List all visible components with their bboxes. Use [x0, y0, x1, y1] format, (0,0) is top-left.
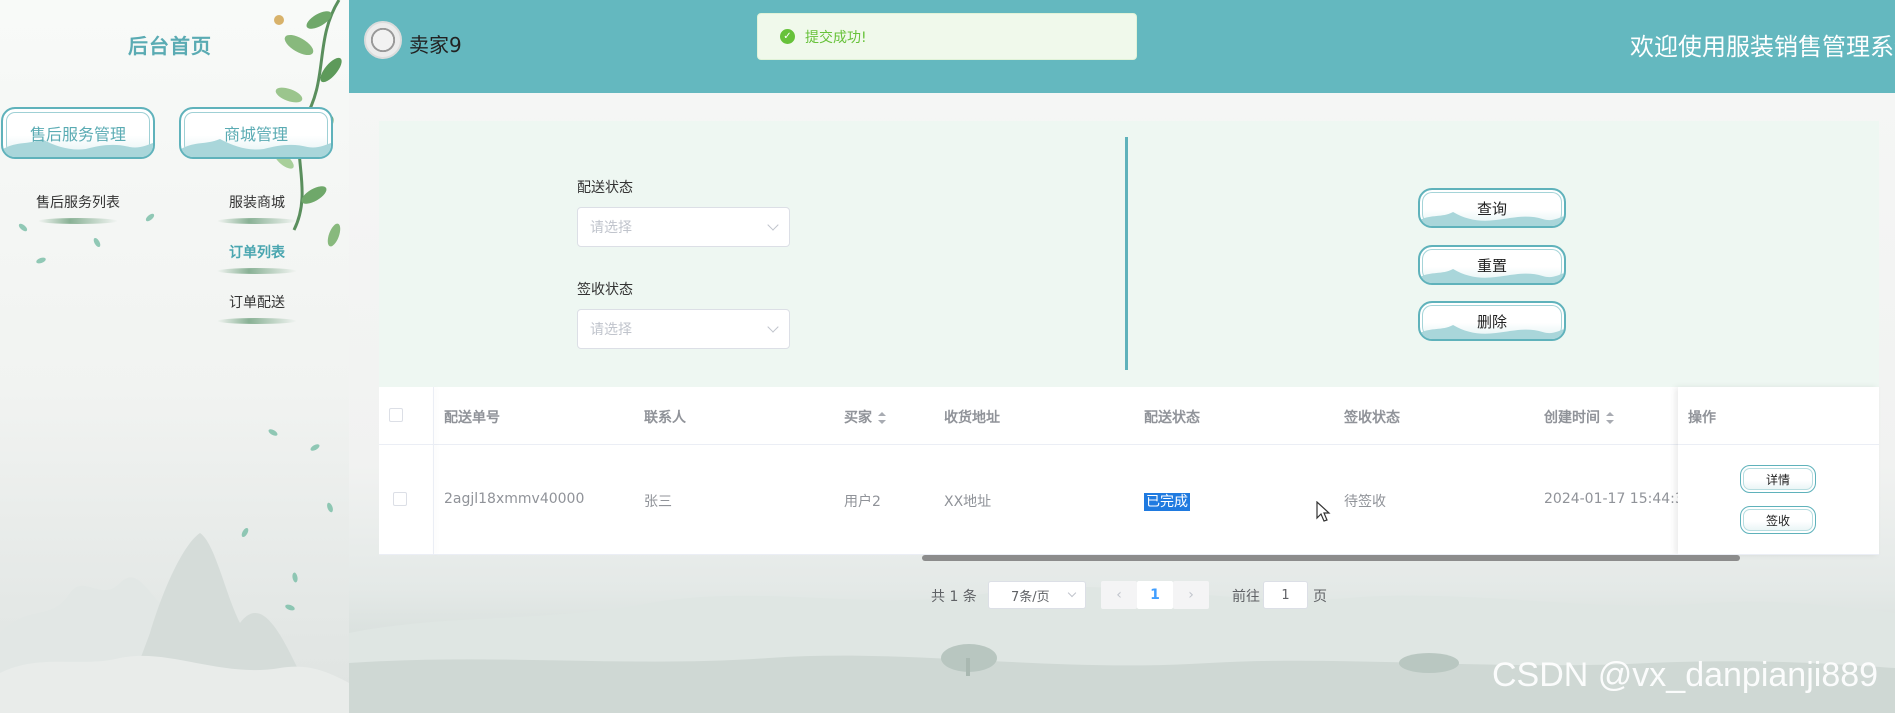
column-header-created[interactable]: 创建时间: [1544, 407, 1614, 427]
username: 卖家9: [409, 33, 462, 57]
pagination-total: 共 1 条: [931, 589, 977, 605]
brush-underline: [217, 218, 297, 224]
delivery-status-select[interactable]: 请选择: [577, 207, 790, 247]
delete-button[interactable]: 删除: [1418, 301, 1566, 341]
next-page-button[interactable]: ›: [1173, 581, 1209, 609]
chevron-down-icon: [767, 219, 779, 231]
button-label: 重置: [1476, 256, 1507, 275]
page-size-select[interactable]: 7条/页: [988, 581, 1086, 609]
actions-column: 操作 详情 签收: [1678, 387, 1879, 555]
dashboard-home-link[interactable]: 后台首页: [128, 30, 212, 59]
sort-icon[interactable]: [878, 412, 886, 424]
sort-icon[interactable]: [1606, 412, 1614, 424]
menu-label: 售后服务管理: [29, 125, 126, 144]
cell-sign-status: 待签收: [1344, 494, 1386, 510]
cell-delivery-status: 已完成: [1144, 491, 1190, 511]
brush-underline: [38, 218, 118, 224]
sidebar: 后台首页 售后服务管理 商城管理 售后服务列表 服装商城 订单列表 订单配送: [0, 0, 349, 713]
sidebar-item-label: 订单列表: [229, 245, 285, 261]
chevron-down-icon: [767, 321, 779, 333]
avatar[interactable]: [364, 21, 402, 59]
sidebar-item-label: 订单配送: [229, 295, 285, 311]
delivery-status-label: 配送状态: [577, 180, 633, 196]
sidebar-item-label: 服装商城: [229, 195, 285, 211]
welcome-title: 欢迎使用服装销售管理系统: [1630, 33, 1895, 61]
mountain-landscape-icon: [0, 533, 349, 713]
leaf-icon: [144, 212, 156, 223]
cell-address: XX地址: [944, 494, 992, 510]
brush-underline: [217, 318, 297, 324]
select-placeholder: 请选择: [590, 322, 632, 338]
sidebar-item-label: 售后服务列表: [36, 195, 120, 211]
menu-mall-management[interactable]: 商城管理: [179, 107, 333, 159]
mouse-cursor-icon: [1316, 501, 1331, 522]
sign-status-select[interactable]: 请选择: [577, 309, 790, 349]
sidebar-item-order-delivery[interactable]: 订单配送: [197, 292, 317, 324]
select-placeholder: 请选择: [590, 220, 632, 236]
sign-button[interactable]: 签收: [1740, 506, 1816, 534]
select-all-checkbox[interactable]: [389, 408, 403, 422]
toast-message: 提交成功!: [805, 29, 867, 46]
button-label: 查询: [1476, 199, 1507, 218]
brush-underline: [217, 268, 297, 274]
cell-contact: 张三: [644, 494, 672, 510]
reset-button[interactable]: 重置: [1418, 245, 1566, 285]
column-header-order-no: 配送单号: [444, 410, 500, 426]
page-unit-label: 页: [1313, 589, 1327, 605]
column-header-actions: 操作: [1688, 410, 1716, 426]
success-check-icon: ✓: [780, 29, 795, 44]
success-toast: ✓ 提交成功!: [757, 13, 1137, 60]
column-header-sign-status: 签收状态: [1344, 410, 1400, 426]
menu-after-sales-service[interactable]: 售后服务管理: [1, 107, 155, 159]
leaf-icon: [267, 427, 279, 438]
menu-label: 商城管理: [223, 125, 288, 144]
button-label: 删除: [1476, 312, 1507, 331]
chevron-down-icon: [1067, 588, 1077, 598]
sidebar-item-clothing-mall[interactable]: 服装商城: [197, 192, 317, 224]
column-header-delivery-status: 配送状态: [1144, 410, 1200, 426]
leaf-icon: [92, 236, 102, 249]
goto-page-input[interactable]: 1: [1263, 581, 1308, 609]
query-button[interactable]: 查询: [1418, 188, 1566, 228]
sidebar-item-order-list[interactable]: 订单列表: [197, 242, 317, 274]
horizontal-scrollbar[interactable]: [922, 555, 1740, 561]
sign-status-label: 签收状态: [577, 282, 633, 298]
watermark: CSDN @vx_danpianji889: [1492, 656, 1879, 694]
column-header-buyer[interactable]: 买家: [844, 407, 886, 427]
cell-buyer: 用户2: [844, 494, 881, 510]
page-size-value: 7条/页: [1011, 589, 1050, 605]
sidebar-item-after-sales-list[interactable]: 售后服务列表: [18, 192, 138, 224]
prev-page-button[interactable]: ‹: [1101, 581, 1137, 609]
column-header-label: 买家: [844, 410, 872, 426]
vertical-divider: [1125, 137, 1128, 370]
page-number-button[interactable]: 1: [1137, 581, 1173, 609]
order-delivery-table: 配送单号 联系人 买家 收货地址 配送状态 签收状态 创建时间 2agjl18x…: [379, 387, 1879, 555]
selected-text: 已完成: [1144, 493, 1190, 511]
column-header-address: 收货地址: [944, 410, 1000, 426]
column-header-label: 创建时间: [1544, 410, 1600, 426]
goto-label: 前往: [1232, 589, 1260, 605]
cell-created: 2024-01-17 15:44:33: [1544, 491, 1693, 507]
leaf-icon: [309, 442, 321, 453]
header-divider: [1678, 444, 1879, 445]
leaf-icon: [35, 256, 47, 265]
fixed-column-edge: [433, 387, 434, 555]
row-checkbox[interactable]: [393, 492, 407, 506]
header-divider: [379, 444, 1879, 445]
detail-button[interactable]: 详情: [1740, 465, 1816, 493]
cell-order-no: 2agjl18xmmv40000: [444, 491, 585, 507]
column-header-contact: 联系人: [644, 410, 686, 426]
